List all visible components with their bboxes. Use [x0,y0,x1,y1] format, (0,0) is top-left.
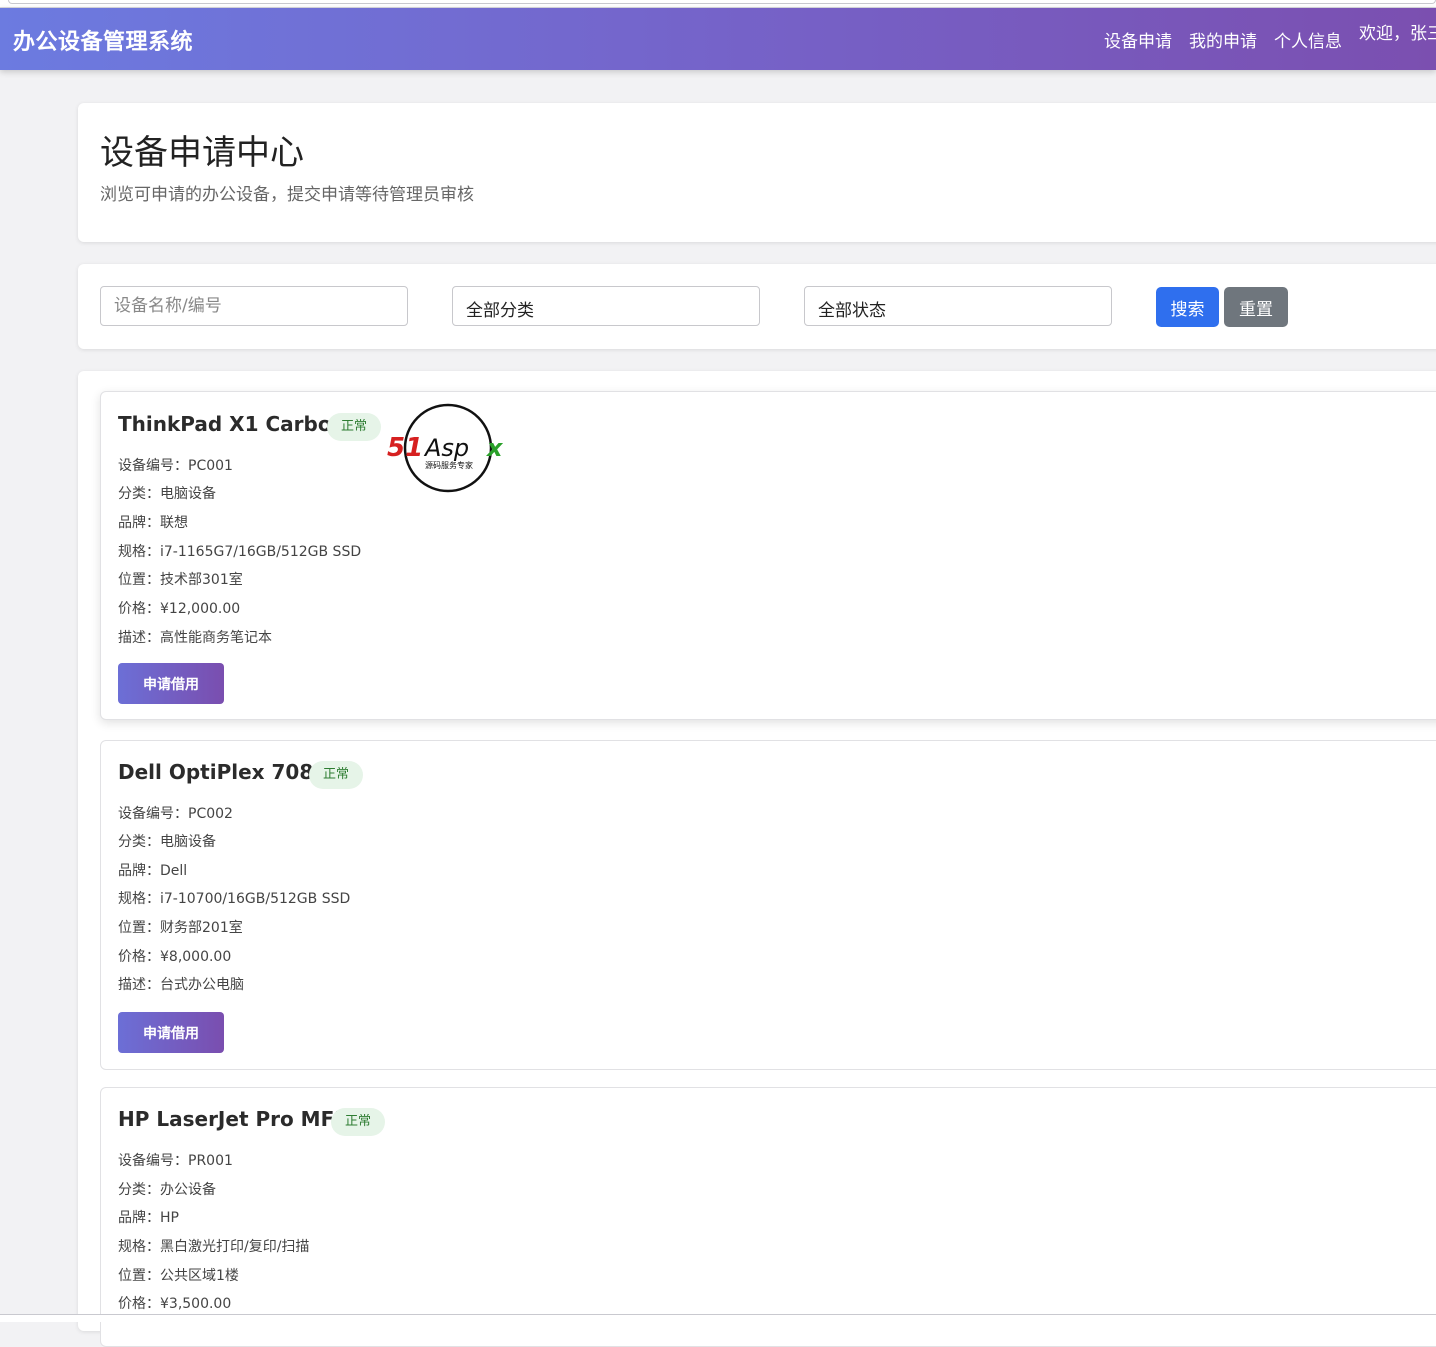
device-category: 分类：电脑设备 [118,834,216,850]
apply-borrow-button[interactable]: 申请借用 [118,1012,224,1053]
device-price: 价格：¥12,000.00 [118,601,241,617]
category-select[interactable]: 全部分类 [452,286,760,326]
page-title: 设备申请中心 [100,133,304,173]
nav-link-my-applications[interactable]: 我的申请 [1189,27,1257,52]
device-location: 位置：公共区域1楼 [118,1268,239,1284]
device-price: 价格：¥3,500.00 [118,1296,232,1312]
browser-top-strip [0,0,1436,8]
svg-text:源码服务专家: 源码服务专家 [425,460,473,470]
status-badge: 正常 [327,413,382,441]
status-badge: 正常 [331,1108,386,1136]
brand-title: 办公设备管理系统 [13,30,194,55]
browser-bottom-edge [0,1314,1436,1322]
device-spec: 规格：i7-10700/16GB/512GB SSD [118,891,351,907]
svg-text:Asp: Asp [423,434,469,462]
device-location: 位置：技术部301室 [118,572,243,588]
device-price: 价格：¥8,000.00 [118,949,232,965]
page-header-panel: 设备申请中心 浏览可申请的办公设备，提交申请等待管理员审核 [78,103,1436,242]
welcome-user: 欢迎，张三 [1359,24,1436,44]
device-name: Dell OptiPlex 7080 [118,760,328,784]
device-category: 分类：办公设备 [118,1182,216,1198]
keyword-search-input[interactable] [100,286,408,326]
device-list-panel: ThinkPad X1 Carbon 正常 51 Asp x 源码服务专家 设备… [78,371,1436,1347]
nav-link-profile[interactable]: 个人信息 [1274,27,1342,52]
device-spec: 规格：i7-1165G7/16GB/512GB SSD [118,544,362,560]
device-spec: 规格：黑白激光打印/复印/扫描 [118,1239,310,1255]
device-card: ThinkPad X1 Carbon 正常 51 Asp x 源码服务专家 设备… [100,391,1436,720]
device-location: 位置：财务部201室 [118,920,243,936]
svg-text:51: 51 [387,433,423,463]
watermark-logo: 51 Asp x 源码服务专家 [387,403,504,493]
reset-button[interactable]: 重置 [1224,287,1288,327]
device-brand: 品牌：联想 [118,515,188,531]
device-code: 设备编号：PC001 [118,458,233,474]
device-code: 设备编号：PC002 [118,806,233,822]
device-brand: 品牌：Dell [118,863,188,879]
status-badge: 正常 [309,761,364,789]
device-name: HP LaserJet Pro MFP [118,1107,349,1131]
top-navbar: 办公设备管理系统 设备申请 我的申请 个人信息 欢迎，张三 [0,8,1436,70]
apply-borrow-button[interactable]: 申请借用 [118,663,224,704]
nav-link-device-apply[interactable]: 设备申请 [1104,27,1172,52]
device-brand: 品牌：HP [118,1210,179,1226]
svg-text:x: x [486,434,504,462]
device-description: 描述：高性能商务笔记本 [118,630,272,646]
device-card: Dell OptiPlex 7080 正常 设备编号：PC002 分类：电脑设备… [100,740,1436,1070]
device-category: 分类：电脑设备 [118,486,216,502]
nav-links: 设备申请 我的申请 个人信息 [1104,27,1359,52]
device-code: 设备编号：PR001 [118,1153,233,1169]
device-name: ThinkPad X1 Carbon [118,412,346,436]
search-panel: 全部分类 全部状态 搜索 重置 [78,264,1436,349]
device-card: HP LaserJet Pro MFP 正常 设备编号：PR001 分类：办公设… [100,1087,1436,1347]
status-select[interactable]: 全部状态 [804,286,1112,326]
device-description: 描述：台式办公电脑 [118,977,244,993]
search-button[interactable]: 搜索 [1156,287,1219,327]
page-subtitle: 浏览可申请的办公设备，提交申请等待管理员审核 [100,185,474,205]
